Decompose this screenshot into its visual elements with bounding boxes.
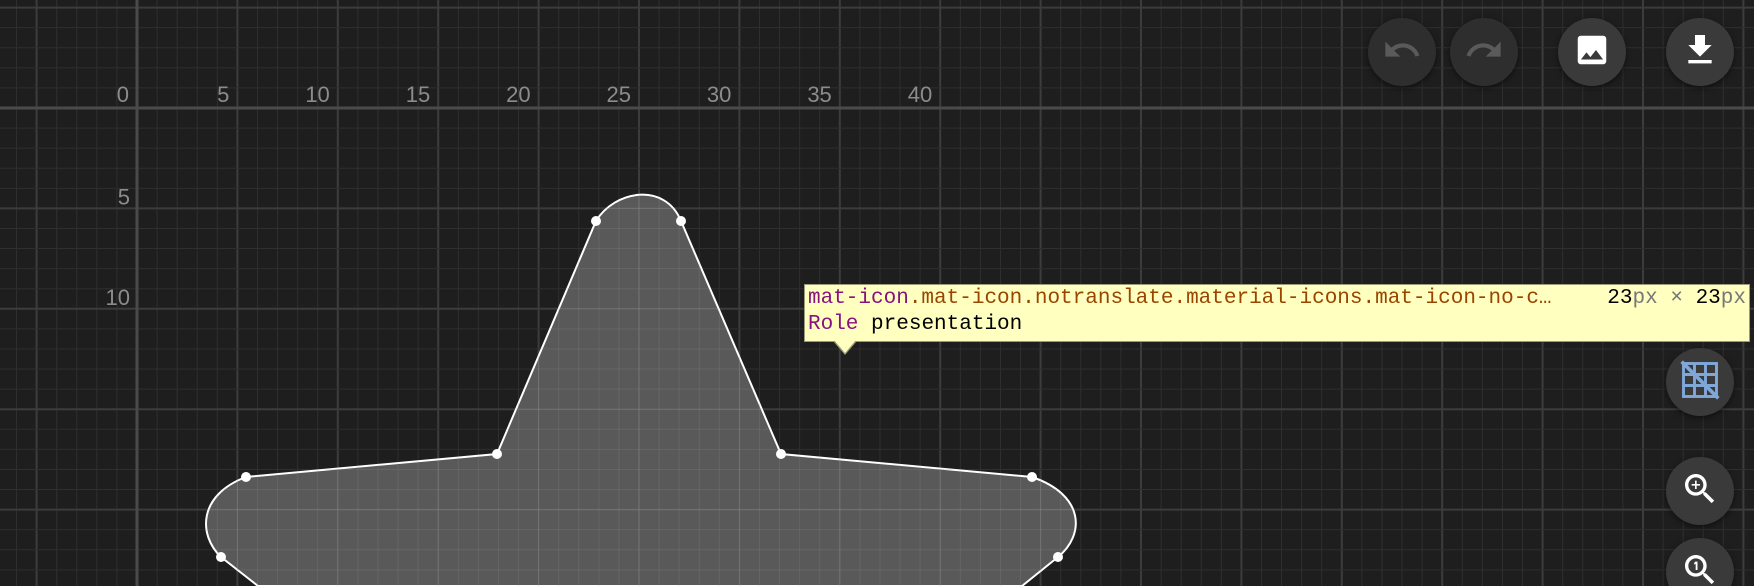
zoom-one-icon [1680, 550, 1720, 586]
vertex-handle[interactable] [776, 449, 786, 459]
redo-icon [1464, 30, 1504, 75]
tooltip-selector-row: 23px × 23px mat-icon.mat-icon.notranslat… [808, 286, 1746, 312]
vertex-handle[interactable] [1027, 472, 1037, 482]
ruler-x-label: 15 [406, 82, 430, 107]
add-image-button[interactable] [1558, 18, 1626, 86]
download-icon [1680, 30, 1720, 75]
vertex-handle[interactable] [241, 472, 251, 482]
tooltip-width: 23 [1607, 287, 1633, 310]
undo-icon [1382, 30, 1422, 75]
tooltip-times: × [1670, 287, 1683, 310]
ruler-y-labels: 5 10 [106, 184, 130, 309]
tooltip-height: 23 [1695, 287, 1721, 310]
tooltip-unit: px [1632, 287, 1658, 310]
vertex-handle[interactable] [216, 552, 226, 562]
undo-button[interactable] [1368, 18, 1436, 86]
ruler-x-label: 30 [707, 82, 731, 107]
grid-toggle-button[interactable] [1666, 348, 1734, 416]
ruler-x-labels: 0 5 10 15 20 25 30 35 40 [117, 82, 932, 107]
star-shape-path[interactable] [205, 193, 1077, 586]
redo-button[interactable] [1450, 18, 1518, 86]
image-icon [1573, 31, 1611, 74]
ruler-y-label: 10 [106, 285, 130, 310]
zoom-in-icon [1680, 469, 1720, 514]
ruler-x-label: 35 [807, 82, 831, 107]
vertex-handle[interactable] [591, 216, 601, 226]
ruler-y-label: 5 [118, 184, 130, 209]
ruler-x-label: 25 [607, 82, 631, 107]
tooltip-role-value: presentation [871, 313, 1023, 336]
vertex-handle[interactable] [492, 449, 502, 459]
shape-editor: 0 5 10 15 20 25 30 35 40 5 10 23px × 23p… [0, 0, 1754, 586]
ruler-x-label: 5 [217, 82, 229, 107]
zoom-in-button[interactable] [1666, 457, 1734, 525]
tooltip-arrow-fill [834, 340, 856, 353]
vertex-handle[interactable] [1053, 552, 1063, 562]
tooltip-classes: .mat-icon.notranslate.material-icons.mat… [908, 287, 1552, 310]
ruler-x-label: 0 [117, 82, 129, 107]
vertex-handle[interactable] [676, 216, 686, 226]
grid-off-icon [1678, 358, 1722, 407]
tooltip-tag: mat-icon [808, 287, 909, 310]
download-button[interactable] [1666, 18, 1734, 86]
tooltip-size: 23px × 23px [1607, 286, 1746, 312]
ruler-x-label: 20 [506, 82, 530, 107]
tooltip-unit: px [1720, 287, 1746, 310]
tooltip-role-key: Role [808, 313, 859, 336]
ruler-x-label: 10 [305, 82, 329, 107]
inspector-tooltip: 23px × 23px mat-icon.mat-icon.notranslat… [804, 284, 1750, 342]
ruler-x-label: 40 [908, 82, 932, 107]
tooltip-role-row: Role presentation [808, 312, 1746, 338]
